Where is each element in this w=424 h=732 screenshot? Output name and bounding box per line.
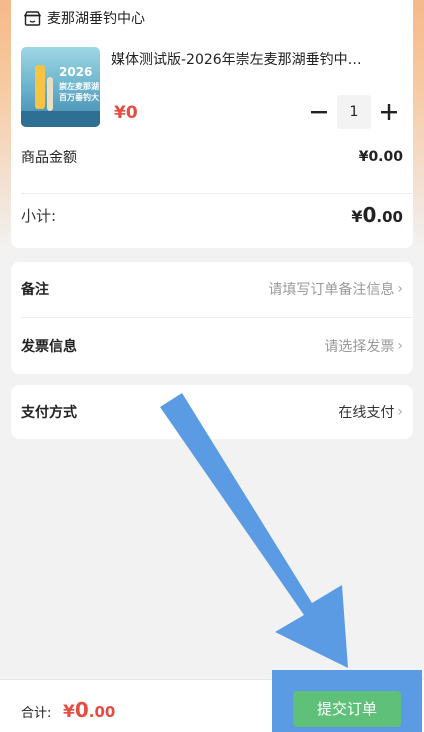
remarks-placeholder: 请填写订单备注信息 › [268, 279, 403, 299]
subtotal-integer: 0 [362, 203, 377, 227]
store-icon [24, 10, 41, 26]
subtotal-currency: ¥ [351, 207, 363, 226]
thumb-ground [21, 111, 100, 127]
plus-icon [381, 104, 397, 120]
subtotal-value: ¥0.00 [351, 203, 403, 227]
total-decimal: .00 [88, 703, 116, 721]
divider [21, 193, 413, 194]
payment-card: 支付方式 在线支付 › [11, 385, 413, 439]
divider [21, 317, 413, 318]
submit-order-button[interactable]: 提交订单 [293, 691, 401, 727]
store-header[interactable]: 麦那湖垂钓中心 [24, 8, 145, 28]
extra-info-card: 备注 请填写订单备注信息 › 发票信息 请选择发票 › [11, 262, 413, 374]
thumb-line-2: 百万垂钓大 [59, 93, 99, 102]
thumb-torch-secondary [47, 77, 53, 111]
payment-label: 支付方式 [21, 405, 77, 421]
product-price: ¥0 [114, 103, 138, 123]
amount-value: ¥0.00 [358, 149, 403, 165]
subtotal-row: 小计: ¥0.00 [21, 202, 403, 228]
total-value: ¥0.00 [63, 698, 115, 722]
invoice-label: 发票信息 [21, 339, 77, 355]
remarks-row[interactable]: 备注 请填写订单备注信息 › [21, 262, 403, 316]
total-label: 合计: [21, 706, 52, 721]
product-title[interactable]: 媒体测试版-2026年崇左麦那湖垂钓中… [111, 51, 401, 69]
chevron-right-icon: › [397, 338, 403, 354]
total-currency: ¥ [63, 702, 75, 722]
payment-method-row[interactable]: 支付方式 在线支付 › [21, 385, 403, 439]
quantity-value[interactable]: 1 [337, 95, 371, 129]
decrement-button[interactable] [306, 99, 332, 125]
thumb-torch [35, 65, 45, 109]
invoice-placeholder-text: 请选择发票 [324, 339, 395, 355]
remarks-label: 备注 [21, 282, 49, 298]
total-integer: 0 [74, 698, 89, 722]
subtotal-label: 小计: [21, 206, 57, 225]
remarks-placeholder-text: 请填写订单备注信息 [268, 282, 395, 298]
invoice-placeholder: 请选择发票 › [324, 336, 403, 356]
minus-icon [311, 111, 327, 114]
payment-value: 在线支付 › [338, 402, 403, 422]
payment-value-text: 在线支付 [338, 405, 395, 421]
invoice-row[interactable]: 发票信息 请选择发票 › [21, 319, 403, 373]
amount-label: 商品金额 [21, 150, 77, 166]
product-thumbnail[interactable]: 2026 崇左麦那湖 百万垂钓大 [21, 47, 100, 127]
thumb-year-text: 2026 [59, 65, 93, 79]
chevron-right-icon: › [397, 281, 403, 297]
amount-row: 商品金额 ¥0.00 [21, 146, 403, 168]
chevron-right-icon: › [397, 404, 403, 420]
thumb-line-1: 崇左麦那湖 [59, 82, 99, 91]
subtotal-decimal: .00 [376, 208, 403, 226]
store-name: 麦那湖垂钓中心 [47, 11, 145, 27]
order-card: 麦那湖垂钓中心 2026 崇左麦那湖 百万垂钓大 媒体测试版-2026年崇左麦那… [11, 0, 413, 248]
increment-button[interactable] [376, 99, 402, 125]
quantity-stepper: 1 [306, 95, 402, 129]
